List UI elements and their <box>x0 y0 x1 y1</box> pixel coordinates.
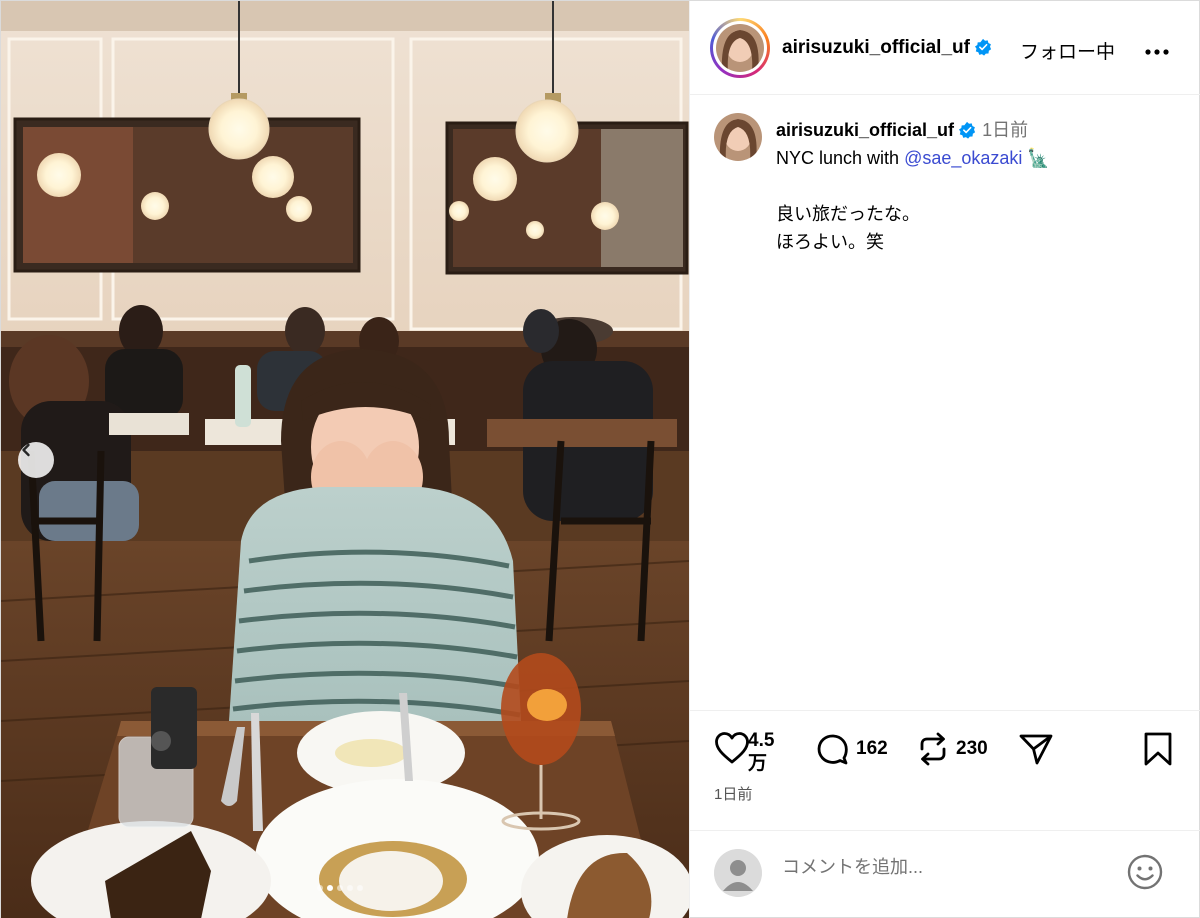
more-options-icon[interactable] <box>1144 36 1170 62</box>
carousel-previous-button[interactable] <box>18 442 54 478</box>
carousel-indicator <box>317 885 363 891</box>
comment-button[interactable]: 162 <box>814 731 888 767</box>
mention-link[interactable]: @sae_okazaki <box>904 148 1022 168</box>
statue-of-liberty-emoji: 🗽 <box>1027 148 1050 168</box>
carousel-dot <box>347 885 353 891</box>
avatar-photo <box>716 24 764 72</box>
author-username-link[interactable]: airisuzuki_official_uf <box>782 37 970 58</box>
current-user-avatar <box>714 849 762 897</box>
bookmark-icon <box>1144 732 1172 766</box>
author-username-header[interactable]: airisuzuki_official_uf <box>782 37 992 59</box>
post-details-panel: airisuzuki_official_uf フォロー中 airisuzuki_… <box>689 1 1200 918</box>
verified-badge-icon <box>959 121 976 139</box>
caption-line-3: ほろよい。笑 <box>776 232 884 252</box>
chevron-left-icon <box>22 443 30 457</box>
following-button[interactable]: フォロー中 <box>1020 37 1115 64</box>
caption-username[interactable]: airisuzuki_official_uf <box>776 120 954 140</box>
repost-button[interactable]: 230 <box>916 731 988 767</box>
comment-composer <box>690 830 1200 918</box>
carousel-dot <box>357 885 363 891</box>
default-user-icon <box>714 849 762 897</box>
like-count[interactable]: 4.5 万 <box>748 729 788 775</box>
share-button[interactable] <box>1018 731 1054 767</box>
heart-icon <box>715 732 749 764</box>
caption-body: airisuzuki_official_uf 1日前 NYC lunch wit… <box>776 116 1176 256</box>
comment-input[interactable] <box>782 857 1102 878</box>
caption-timestamp[interactable]: 1日前 <box>982 120 1028 140</box>
like-button[interactable] <box>714 731 750 765</box>
repost-count: 230 <box>956 738 988 759</box>
post-date[interactable]: 1日前 <box>714 783 752 804</box>
post-header: airisuzuki_official_uf フォロー中 <box>690 1 1200 95</box>
carousel-dot <box>317 885 323 891</box>
emoji-picker-button[interactable] <box>1126 853 1164 896</box>
caption-author-avatar[interactable] <box>714 113 762 161</box>
caption-line-2: 良い旅だったな。 <box>776 204 920 224</box>
verified-badge-icon <box>974 38 992 56</box>
author-avatar[interactable] <box>710 18 770 78</box>
share-icon <box>1019 734 1053 765</box>
save-button[interactable] <box>1142 731 1174 767</box>
comment-icon <box>817 734 848 765</box>
caption-text: NYC lunch with <box>776 148 905 168</box>
action-bar: 4.5 万 162 230 1日前 <box>690 710 1200 830</box>
post-photo[interactable] <box>1 1 689 918</box>
avatar-photo <box>714 113 762 161</box>
comment-count: 162 <box>856 738 888 759</box>
instagram-post: airisuzuki_official_uf フォロー中 airisuzuki_… <box>0 0 1200 918</box>
carousel-dot <box>337 885 343 891</box>
repost-icon <box>920 732 946 766</box>
emoji-icon <box>1127 854 1163 890</box>
carousel-dot <box>327 885 333 891</box>
restaurant-photo-illustration <box>1 1 689 918</box>
